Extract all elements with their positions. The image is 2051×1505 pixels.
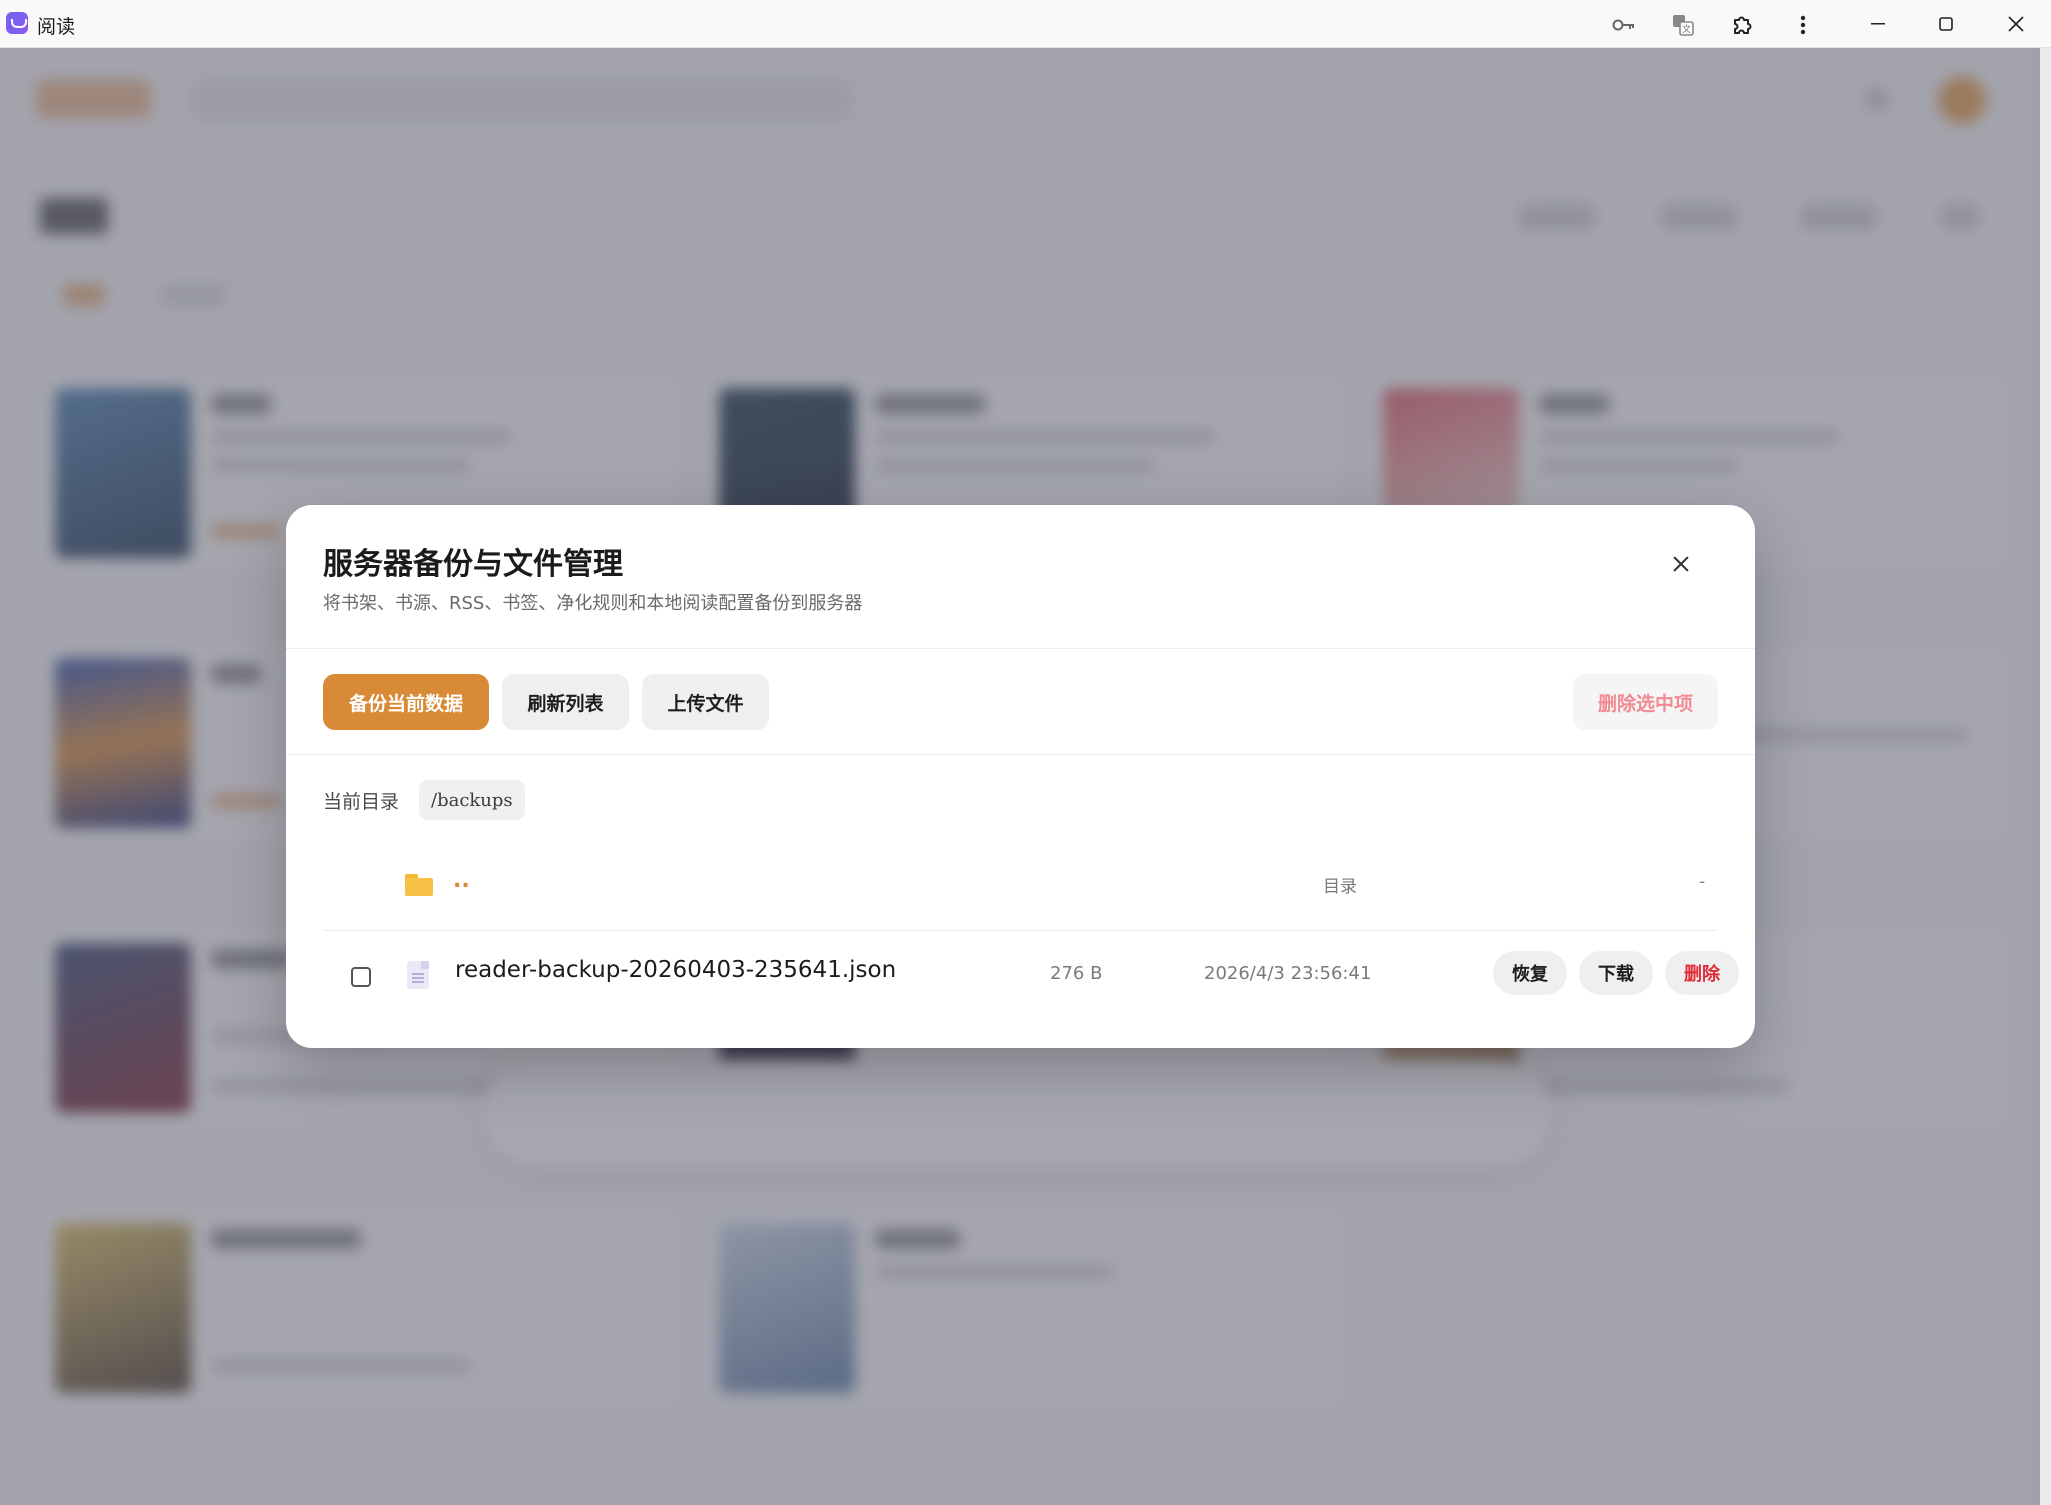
parent-modified: - (1699, 872, 1706, 892)
backup-dialog: 服务器备份与文件管理 将书架、书源、RSS、书签、净化规则和本地阅读配置备份到服… (286, 505, 1755, 1048)
download-button[interactable]: 下载 (1579, 951, 1653, 995)
delete-file-button[interactable]: 删除 (1665, 951, 1739, 995)
refresh-button[interactable]: 刷新列表 (502, 674, 629, 730)
more-vert-icon[interactable] (1790, 12, 1816, 38)
file-modified: 2026/4/3 23:56:41 (1204, 963, 1372, 984)
svg-text:文: 文 (1682, 23, 1691, 35)
window-scrollbar[interactable] (2040, 48, 2051, 1505)
file-size: 276 B (1050, 963, 1103, 984)
folder-icon (405, 874, 433, 896)
file-select-checkbox[interactable] (351, 967, 371, 987)
divider (286, 648, 1755, 649)
divider (286, 754, 1755, 755)
dialog-subtitle: 将书架、书源、RSS、书签、净化规则和本地阅读配置备份到服务器 (323, 593, 863, 614)
current-directory-label: 当前目录 (323, 791, 400, 813)
window-titlebar: 阅读 文 (0, 0, 2051, 48)
current-directory-path: /backups (419, 780, 525, 820)
minimize-button[interactable] (1844, 0, 1912, 48)
key-icon[interactable] (1611, 12, 1637, 38)
window-title: 阅读 (37, 16, 76, 38)
parent-directory-link[interactable]: .. (453, 868, 470, 893)
window-close-button[interactable] (1982, 0, 2050, 48)
upload-button[interactable]: 上传文件 (642, 674, 769, 730)
extension-icon[interactable] (1730, 12, 1756, 38)
file-icon (407, 961, 429, 989)
parent-type: 目录 (1323, 877, 1357, 897)
maximize-button[interactable] (1912, 0, 1980, 48)
restore-button[interactable]: 恢复 (1493, 951, 1567, 995)
app-logo-icon (6, 12, 28, 34)
dialog-title: 服务器备份与文件管理 (323, 547, 623, 582)
file-row: reader-backup-20260403-235641.json 276 B… (323, 930, 1739, 1020)
file-name: reader-backup-20260403-235641.json (455, 957, 897, 983)
backup-button[interactable]: 备份当前数据 (323, 674, 489, 730)
translate-icon[interactable]: 文 (1670, 12, 1696, 38)
close-icon[interactable] (1666, 549, 1696, 579)
parent-directory-row[interactable]: .. 目录 - (323, 840, 1717, 930)
delete-selected-button[interactable]: 删除选中项 (1573, 674, 1718, 730)
